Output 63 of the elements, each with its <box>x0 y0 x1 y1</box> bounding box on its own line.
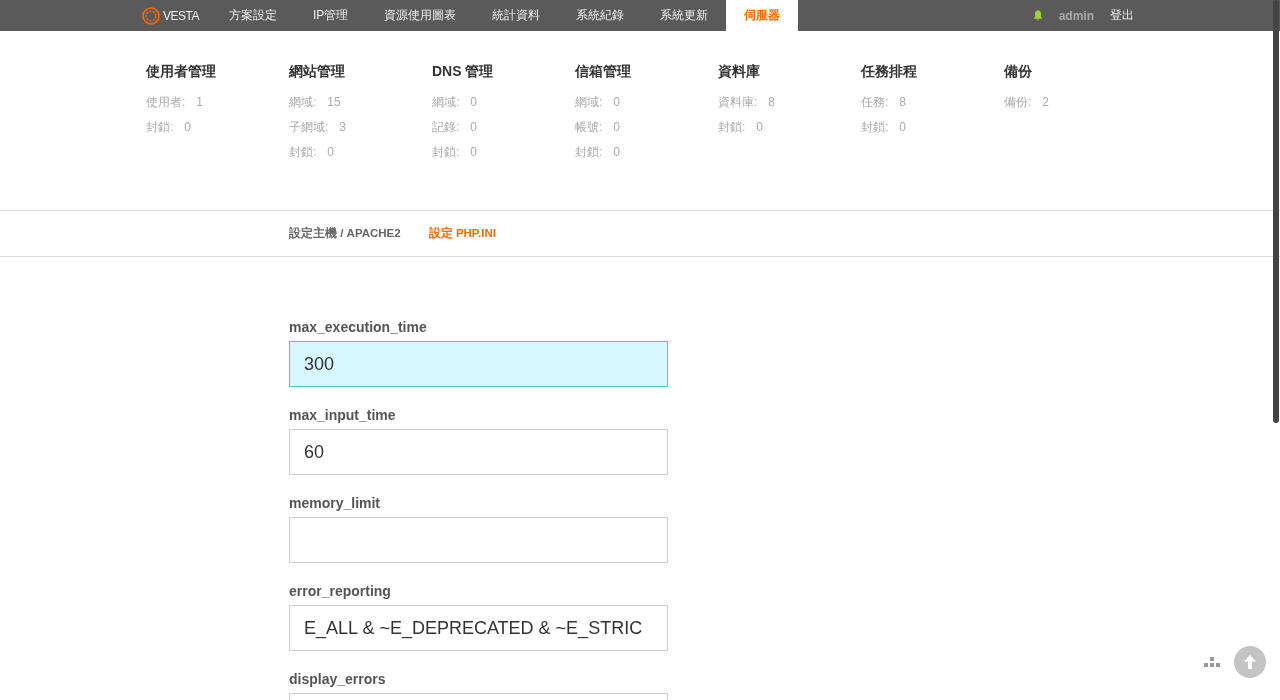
field-label: error_reporting <box>289 583 392 600</box>
stat-label: 子網域: <box>289 121 329 136</box>
stat-label: 封鎖: <box>432 146 460 161</box>
stat-label: 封鎖: <box>861 121 889 136</box>
stat-label: 使用者: <box>146 96 186 111</box>
stat-label: 封鎖: <box>575 146 603 161</box>
logout-link[interactable]: 登出 <box>1110 7 1134 24</box>
stat-label: 網域: <box>575 96 603 111</box>
nav-tab[interactable]: 系統更新 <box>642 0 727 31</box>
field-label: memory_limit <box>289 495 382 512</box>
stat-group-title[interactable]: 資料庫 <box>718 61 861 81</box>
field-label: max_input_time <box>289 407 397 424</box>
stat-value: 0 <box>327 146 335 161</box>
scrollbar-thumb[interactable] <box>1273 0 1279 423</box>
stat-group-title[interactable]: 信箱管理 <box>575 61 718 81</box>
stat-value: 8 <box>899 96 907 111</box>
stat-label: 封鎖: <box>146 121 174 136</box>
stat-group-title[interactable]: 備份 <box>1004 61 1147 81</box>
field-label: max_execution_time <box>289 319 428 336</box>
stat-value: 2 <box>1042 96 1050 111</box>
stat-value: 0 <box>613 96 621 111</box>
nav-tab[interactable]: 系統紀錄 <box>558 0 643 31</box>
stat-value: 0 <box>470 146 478 161</box>
stat-value: 15 <box>327 96 341 111</box>
stat-value: 0 <box>899 121 907 136</box>
stat-value: 0 <box>756 121 764 136</box>
up-arrow-icon <box>1243 654 1257 670</box>
stat-label: 任務: <box>861 96 889 111</box>
stat-label: 封鎖: <box>718 121 746 136</box>
nav-tab[interactable]: IP管理 <box>294 0 367 31</box>
stat-value: 0 <box>613 146 621 161</box>
stat-value: 8 <box>768 96 776 111</box>
nav-tab[interactable]: 方案設定 <box>210 0 295 31</box>
stat-value: 0 <box>613 121 621 136</box>
bell-icon[interactable] <box>1032 10 1043 21</box>
stat-label: 帳號: <box>575 121 603 136</box>
stat-group-title[interactable]: DNS 管理 <box>432 61 575 81</box>
dots-icon[interactable] <box>1204 657 1220 668</box>
input-field[interactable] <box>289 517 668 563</box>
stat-group-title[interactable]: 使用者管理 <box>146 61 289 81</box>
subnav-link[interactable]: 設定主機 / APACHE2 <box>289 226 401 241</box>
field-label: display_errors <box>289 671 387 688</box>
stat-value: 1 <box>196 96 204 111</box>
logo-icon <box>142 6 160 25</box>
stat-label: 網域: <box>432 96 460 111</box>
stat-label: 網域: <box>289 96 317 111</box>
stat-label: 記錄: <box>432 121 460 136</box>
stat-value: 0 <box>470 121 478 136</box>
stat-group-title[interactable]: 網站管理 <box>289 61 432 81</box>
stat-value: 0 <box>184 121 192 136</box>
nav-tab[interactable]: 統計資料 <box>474 0 559 31</box>
stat-value: 0 <box>470 96 478 111</box>
stat-label: 封鎖: <box>289 146 317 161</box>
input-field[interactable]: E_ALL & ~E_DEPRECATED & ~E_STRIC <box>289 605 668 651</box>
input-field[interactable]: 60 <box>289 429 668 475</box>
stat-label: 備份: <box>1004 96 1032 111</box>
logo-text: VESTA <box>163 8 199 23</box>
stat-value: 3 <box>339 121 347 136</box>
input-field[interactable]: 300 <box>289 341 668 387</box>
stat-label: 資料庫: <box>718 96 758 111</box>
scroll-top-button[interactable] <box>1234 646 1266 678</box>
stat-group-title[interactable]: 任務排程 <box>861 61 1004 81</box>
nav-tab[interactable]: 資源使用圖表 <box>366 0 475 31</box>
